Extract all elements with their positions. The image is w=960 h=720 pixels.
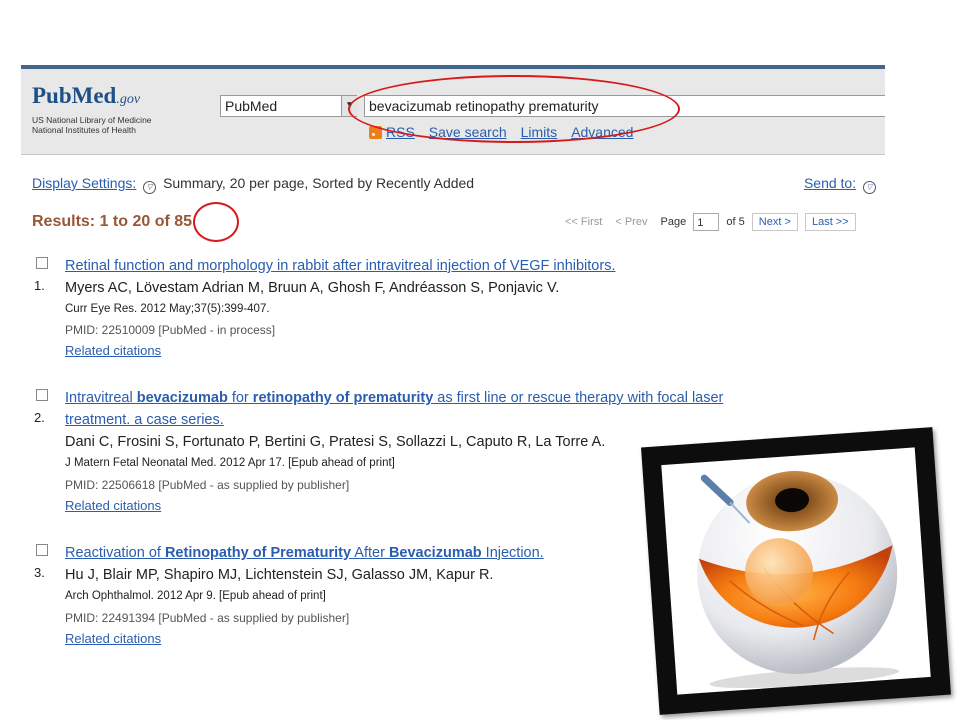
eye-illustration-mat <box>661 447 931 695</box>
pubmed-logo[interactable]: PubMed.gov US National Library of Medici… <box>32 83 152 135</box>
logo-wordmark: PubMed.gov <box>32 83 152 113</box>
results-prefix: Results: 1 to 20 of <box>32 213 175 230</box>
title-text: Intravitreal <box>65 390 137 406</box>
result-number: 2. <box>34 410 45 425</box>
eye-illustration-frame <box>641 427 951 715</box>
related-citations-link[interactable]: Related citations <box>65 343 161 358</box>
title-text: After <box>351 545 389 561</box>
result-number: 1. <box>34 278 45 293</box>
title-text: as first line or rescue therapy with foc… <box>433 390 724 406</box>
send-to-link[interactable]: Send to: <box>804 175 856 191</box>
eye-illustration <box>697 471 900 689</box>
title-highlight: Bevacizumab <box>388 545 482 561</box>
search-query-annotation-circle <box>348 75 680 143</box>
result-journal: J Matern Fetal Neonatal Med. 2012 Apr 17… <box>65 457 395 469</box>
logo-med: Med <box>71 83 117 108</box>
pager: << First < Prev Page 1 of 5 Next > Last … <box>565 213 856 232</box>
send-to[interactable]: Send to: ▽ <box>804 175 879 194</box>
first-page-link[interactable]: << First <box>565 216 602 228</box>
result-title-link[interactable]: Retinal function and morphology in rabbi… <box>65 255 865 277</box>
results-total: 85 <box>174 213 193 230</box>
title-highlight: retinopathy of prematurity <box>252 390 434 406</box>
title-highlight: bevacizumab <box>136 390 228 406</box>
title-highlight: Retinopathy of Prematurity <box>164 545 352 561</box>
results-total-annotation-circle <box>193 202 239 242</box>
result-title-link[interactable]: Intravitreal bevacizumab for retinopathy… <box>65 387 865 431</box>
syringe-icon <box>700 474 734 506</box>
result-pmid: PMID: 22510009 [PubMed - in process] <box>65 323 276 337</box>
result-checkbox[interactable] <box>36 389 48 401</box>
page-label: Page <box>660 216 687 228</box>
database-select[interactable]: PubMed <box>220 95 357 117</box>
result-authors: Hu J, Blair MP, Shapiro MJ, Lichtenstein… <box>65 567 494 583</box>
result-checkbox[interactable] <box>36 257 48 269</box>
result-journal: Curr Eye Res. 2012 May;37(5):399-407. <box>65 303 270 315</box>
page-number-input[interactable]: 1 <box>693 213 720 232</box>
results-count: Results: 1 to 20 of 85 <box>32 213 192 231</box>
result-journal: Arch Ophthalmol. 2012 Apr 9. [Epub ahead… <box>65 590 326 602</box>
next-page-button[interactable]: Next > <box>751 213 798 231</box>
title-text: treatment. a case series. <box>65 412 224 428</box>
chevron-down-icon[interactable]: ▽ <box>863 181 876 194</box>
result-number: 3. <box>34 565 45 580</box>
chevron-down-icon[interactable]: ▽ <box>143 181 157 194</box>
related-citations-link[interactable]: Related citations <box>65 631 161 646</box>
logo-line-2: National Institutes of Health <box>32 125 136 135</box>
logo-pub: Pub <box>32 83 72 108</box>
result-pmid: PMID: 22506618 [PubMed - as supplied by … <box>65 478 350 492</box>
prev-page-link[interactable]: < Prev <box>615 216 647 228</box>
title-text: for <box>227 390 253 406</box>
display-settings: Display Settings: ▽ Summary, 20 per page… <box>32 175 474 194</box>
last-page-button[interactable]: Last >> <box>804 213 856 231</box>
result-checkbox[interactable] <box>36 544 48 556</box>
result-pmid: PMID: 22491394 [PubMed - as supplied by … <box>65 611 350 625</box>
related-citations-link[interactable]: Related citations <box>65 498 161 513</box>
logo-gov: .gov <box>116 92 141 107</box>
logo-line-1: US National Library of Medicine <box>32 115 152 125</box>
title-text: Injection. <box>481 545 544 561</box>
display-settings-link[interactable]: Display Settings: <box>32 175 136 191</box>
result-authors: Myers AC, Lövestam Adrian M, Bruun A, Gh… <box>65 280 560 296</box>
page-of-label: of 5 <box>726 216 745 228</box>
result-authors: Dani C, Frosini S, Fortunato P, Bertini … <box>65 434 606 450</box>
title-text: Reactivation of <box>65 545 165 561</box>
display-settings-value: Summary, 20 per page, Sorted by Recently… <box>163 175 475 191</box>
